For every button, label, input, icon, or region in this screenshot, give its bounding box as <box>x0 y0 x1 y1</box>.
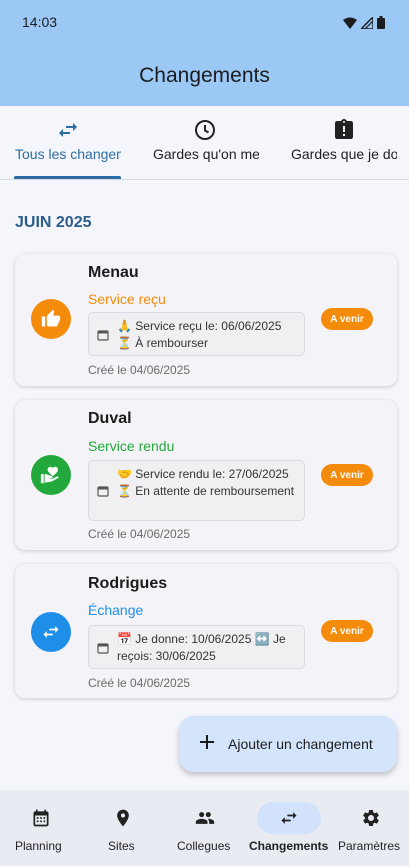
change-card[interactable]: Menau Service reçu 🙏 Service reçu le: 06… <box>15 254 397 386</box>
tab-label: Tous les changements <box>15 146 121 162</box>
status-badge: A venir <box>321 620 373 642</box>
card-type: Échange <box>88 602 144 618</box>
card-created: Créé le 04/06/2025 <box>88 363 191 377</box>
clipboard-alert-icon <box>335 119 353 139</box>
nav-label: Paramètres <box>338 839 401 853</box>
card-avatar <box>31 612 71 652</box>
status-time: 14:03 <box>22 14 58 30</box>
cell-signal-icon <box>361 16 373 29</box>
thumbs-up-icon <box>41 309 61 327</box>
nav-label: Changements <box>249 839 329 853</box>
card-avatar <box>31 299 71 339</box>
change-card[interactable]: Rodrigues Échange 📅 Je donne: 10/06/2025… <box>15 564 397 698</box>
tab-i-owe[interactable]: Gardes que je dois <box>272 106 409 179</box>
nav-label: Sites <box>108 839 135 853</box>
calendar-small-icon <box>97 486 109 497</box>
nav-label: Collegues <box>177 839 231 853</box>
nav-parametres[interactable]: Paramètres <box>332 790 409 866</box>
nav-changements[interactable]: Changements <box>246 790 332 866</box>
nav-collegues[interactable]: Collegues <box>164 790 246 866</box>
card-created: Créé le 04/06/2025 <box>88 527 191 541</box>
plus-icon <box>200 735 214 749</box>
add-change-label: Ajouter un changement <box>228 736 373 752</box>
card-detail-text: 📅 Je donne: 10/06/2025 ↔️ Je reçois: 30/… <box>117 632 286 663</box>
card-type: Service reçu <box>88 291 166 307</box>
card-type: Service rendu <box>88 438 175 454</box>
calendar-small-icon <box>97 643 109 654</box>
wifi-icon <box>343 17 357 29</box>
card-created: Créé le 04/06/2025 <box>88 676 191 690</box>
active-tab-indicator <box>14 176 121 179</box>
card-detail: 🙏 Service reçu le: 06/06/2025 ⏳ À rembou… <box>88 312 305 356</box>
card-detail-text: 🙏 Service reçu le: 06/06/2025 ⏳ À rembou… <box>117 319 282 350</box>
tab-owed-to-me[interactable]: Gardes qu'on me doit <box>136 106 272 179</box>
clock-icon <box>195 120 215 140</box>
battery-icon <box>377 16 385 29</box>
volunteer-heart-icon <box>40 466 59 484</box>
card-detail: 🤝 Service rendu le: 27/06/2025 ⏳ En atte… <box>88 460 305 521</box>
month-header: JUIN 2025 <box>15 214 92 231</box>
nav-planning[interactable]: Planning <box>0 790 82 866</box>
swap-horiz-icon <box>281 812 297 824</box>
add-change-button[interactable]: Ajouter un changement <box>179 716 397 772</box>
status-badge: A venir <box>321 308 373 330</box>
card-detail: 📅 Je donne: 10/06/2025 ↔️ Je reçois: 30/… <box>88 625 305 669</box>
app-header: 14:03 Changements <box>0 0 409 106</box>
calendar-small-icon <box>97 330 109 341</box>
change-card[interactable]: Duval Service rendu 🤝 Service rendu le: … <box>15 400 397 550</box>
page-title: Changements <box>139 64 270 87</box>
status-icons <box>343 16 385 29</box>
card-detail-text: 🤝 Service rendu le: 27/06/2025 ⏳ En atte… <box>117 467 295 498</box>
card-name: Duval <box>88 410 132 427</box>
status-bar: 14:03 <box>0 0 409 46</box>
tab-all-changes[interactable]: Tous les changements <box>0 106 136 179</box>
card-avatar <box>31 455 71 495</box>
tab-label: Gardes que je dois <box>291 146 397 162</box>
location-pin-icon <box>117 809 129 827</box>
swap-horiz-icon <box>59 123 77 137</box>
nav-sites[interactable]: Sites <box>82 790 164 866</box>
card-name: Menau <box>88 264 139 281</box>
people-icon <box>195 812 215 824</box>
nav-label: Planning <box>15 839 62 853</box>
gear-icon <box>362 810 379 826</box>
tab-label: Gardes qu'on me doit <box>153 146 259 162</box>
swap-horiz-icon <box>43 626 59 638</box>
card-name: Rodrigues <box>88 575 168 592</box>
calendar-icon <box>33 809 49 827</box>
bottom-navigation: Planning Sites Collegues Changements Par… <box>0 790 409 866</box>
status-badge: A venir <box>321 464 373 486</box>
tab-bar: Tous les changements Gardes qu'on me doi… <box>0 106 409 180</box>
